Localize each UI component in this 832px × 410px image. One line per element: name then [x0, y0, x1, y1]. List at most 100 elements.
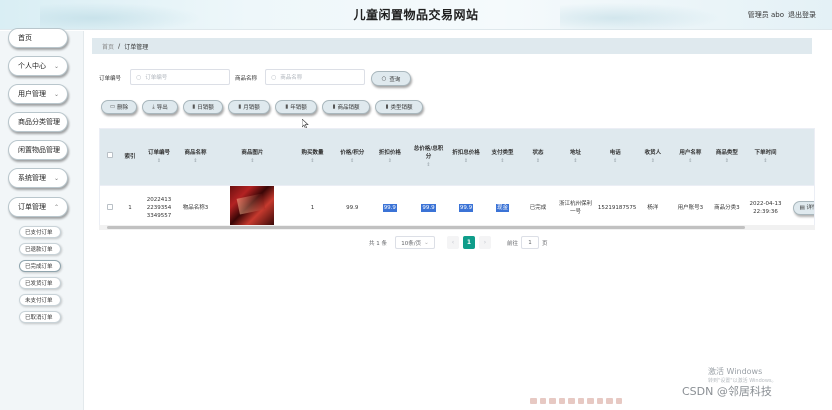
type-sales-label: 类型销额 — [390, 105, 413, 111]
col-order-time[interactable]: 下单时间 ⇕ — [744, 129, 787, 186]
sidebar-item-idle-items[interactable]: 闲置物品管理 ⌄ — [8, 140, 68, 160]
order-no-input[interactable]: ○ 订单编号 — [130, 69, 230, 85]
sidebar-subitem-cancelled-orders[interactable]: 已取消订单 — [19, 311, 61, 323]
bar-chart-icon: ▮ — [332, 104, 336, 110]
sidebar-item-label: 系统管理 — [18, 174, 46, 182]
chevron-down-icon: ⌄ — [424, 239, 429, 246]
cell-total-price: 99.9 — [409, 185, 448, 226]
detail-icon: ▤ — [799, 205, 805, 211]
col-discount-price[interactable]: 折扣价格 ⇕ — [370, 129, 410, 186]
toolbar-icon — [549, 398, 556, 404]
table-horizontal-scrollbar[interactable] — [99, 225, 815, 230]
type-sales-button[interactable]: ▮ 类型销额 — [375, 100, 423, 114]
chevron-up-icon: ⌃ — [53, 204, 59, 211]
scrollbar-thumb[interactable] — [107, 226, 745, 229]
col-total-price[interactable]: 总价格/总积分 ⇕ — [409, 129, 448, 186]
goto-page-input[interactable]: 1 — [521, 236, 539, 249]
col-receiver[interactable]: 收货人 ⇕ — [634, 129, 672, 186]
cell-phone: 15219187575 — [595, 185, 636, 226]
cell-status: 已完成 — [520, 185, 556, 226]
col-price[interactable]: 价格/积分 ⇕ — [334, 129, 371, 186]
sidebar-item-label: 个人中心 — [18, 62, 46, 70]
sidebar-item-home[interactable]: 首页 — [8, 28, 68, 48]
cell-discount-price: 99.9 — [370, 185, 410, 226]
breadcrumb-home[interactable]: 首页 — [102, 42, 114, 51]
product-thumbnail[interactable] — [230, 185, 275, 226]
sidebar-subitem-unpaid-orders[interactable]: 未支付订单 — [19, 294, 61, 306]
page-size-select[interactable]: 10条/页 ⌄ — [395, 236, 435, 249]
sidebar-item-orders[interactable]: 订单管理 ⌃ — [8, 197, 68, 217]
chevron-down-icon: ⌄ — [53, 147, 59, 154]
col-user-name[interactable]: 用户名称 ⇕ — [671, 129, 710, 186]
col-pay-type[interactable]: 支付类型 ⇕ — [484, 129, 521, 186]
sidebar-subitem-paid-orders[interactable]: 已支付订单 — [19, 226, 61, 238]
sidebar-subitem-label: 已发货订单 — [25, 281, 53, 287]
next-page-button[interactable]: › — [479, 236, 491, 249]
col-product-image[interactable]: 商品图片 ⇕ — [213, 129, 292, 186]
toolbar-icon — [568, 398, 575, 404]
col-address[interactable]: 地址 ⇕ — [555, 129, 596, 186]
pagination-total: 共 1 条 — [369, 241, 387, 247]
row-checkbox[interactable] — [100, 185, 120, 226]
delete-button[interactable]: ▭ 删除 — [101, 100, 137, 114]
page-suffix: 页 — [542, 241, 548, 247]
prev-page-button[interactable]: ‹ — [447, 236, 459, 249]
sidebar-item-users[interactable]: 用户管理 ⌄ — [8, 84, 68, 104]
col-phone[interactable]: 电话 ⇕ — [595, 129, 635, 186]
logout-link[interactable]: 退出登录 — [788, 10, 816, 20]
sidebar-item-categories[interactable]: 商品分类管理 ⌄ — [8, 112, 68, 132]
table-header-row: 索引 订单编号 ⇕ 商品名称 ⇕ 商品图片 ⇕ 购买数量 ⇕ 价格/积分 ⇕ 折扣价格 ⇕ … — [100, 129, 814, 186]
sidebar-item-system[interactable]: 系统管理 ⌄ — [8, 168, 68, 188]
cell-index: 1 — [119, 185, 141, 226]
detail-button[interactable]: ▤ 详情 — [793, 201, 814, 215]
col-product-name[interactable]: 商品名称 ⇕ — [177, 129, 214, 186]
col-quantity[interactable]: 购买数量 ⇕ — [291, 129, 334, 186]
orders-table: 索引 订单编号 ⇕ 商品名称 ⇕ 商品图片 ⇕ 购买数量 ⇕ 价格/积分 ⇕ 折扣价格 ⇕ … — [99, 128, 815, 227]
export-button-label: 导出 — [156, 105, 168, 111]
goto-label: 前往 — [507, 241, 519, 247]
cell-product-image[interactable] — [213, 185, 292, 226]
toolbar-icon — [530, 398, 537, 404]
toolbar-icon — [539, 398, 546, 404]
monthly-sales-label: 月销额 — [243, 105, 260, 111]
sidebar: 首页 个人中心 ⌄ 用户管理 ⌄ 商品分类管理 ⌄ 闲置物品管理 ⌄ 系统管理 … — [0, 28, 84, 410]
col-discount-total[interactable]: 折扣总价格 ⇕ — [447, 129, 485, 186]
col-order-no[interactable]: 订单编号 ⇕ — [140, 129, 178, 186]
col-index: 索引 — [119, 129, 141, 186]
product-sales-button[interactable]: ▮ 商品销额 — [322, 100, 370, 114]
sidebar-subitem-label: 已支付订单 — [25, 230, 53, 236]
sidebar-subitem-refunded-orders[interactable]: 已退款订单 — [19, 243, 61, 255]
monthly-sales-button[interactable]: ▮ 月销额 — [228, 100, 270, 114]
page-number-current[interactable]: 1 — [463, 236, 475, 249]
yearly-sales-button[interactable]: ▮ 年销额 — [275, 100, 317, 114]
cell-receiver: 杨洋 — [634, 185, 672, 226]
query-button[interactable]: ○ 查询 — [371, 71, 411, 86]
search-icon: ○ — [381, 75, 387, 82]
cell-order-time: 2022-04-13 22:39:36 — [744, 185, 787, 226]
col-status[interactable]: 状态 ⇕ — [520, 129, 556, 186]
download-icon: ⤓ — [152, 103, 155, 110]
order-no-label: 订单编号 — [99, 76, 122, 82]
col-product-type[interactable]: 商品类型 ⇕ — [709, 129, 745, 186]
chevron-down-icon: ⌄ — [53, 91, 59, 98]
cell-pay-type: 现金 — [484, 185, 521, 226]
product-name-placeholder: 商品名称 — [280, 75, 303, 81]
toolbar-icon — [558, 398, 565, 404]
sidebar-subitem-label: 已退款订单 — [25, 247, 53, 253]
bar-chart-icon: ▮ — [385, 104, 389, 110]
sidebar-item-label: 用户管理 — [18, 90, 46, 98]
sidebar-subitem-shipped-orders[interactable]: 已发货订单 — [19, 277, 61, 289]
chevron-down-icon: ⌄ — [53, 63, 59, 70]
toolbar-icon — [587, 398, 594, 404]
sidebar-item-profile[interactable]: 个人中心 ⌄ — [8, 56, 68, 76]
daily-sales-button[interactable]: ▮ 日销额 — [183, 100, 223, 114]
sidebar-subitem-label: 已完成订单 — [25, 264, 53, 270]
product-name-input[interactable]: ○ 商品名称 — [265, 69, 365, 85]
csdn-watermark: CSDN @邻居科技 — [682, 385, 772, 398]
export-button[interactable]: ⤓ 导出 — [142, 100, 178, 114]
bar-chart-icon: ▮ — [285, 104, 289, 110]
cell-discount-total: 99.9 — [447, 185, 485, 226]
sidebar-subitem-completed-orders[interactable]: 已完成订单 — [19, 260, 61, 272]
select-all-checkbox[interactable] — [100, 129, 120, 186]
trash-icon: ▭ — [109, 104, 116, 110]
